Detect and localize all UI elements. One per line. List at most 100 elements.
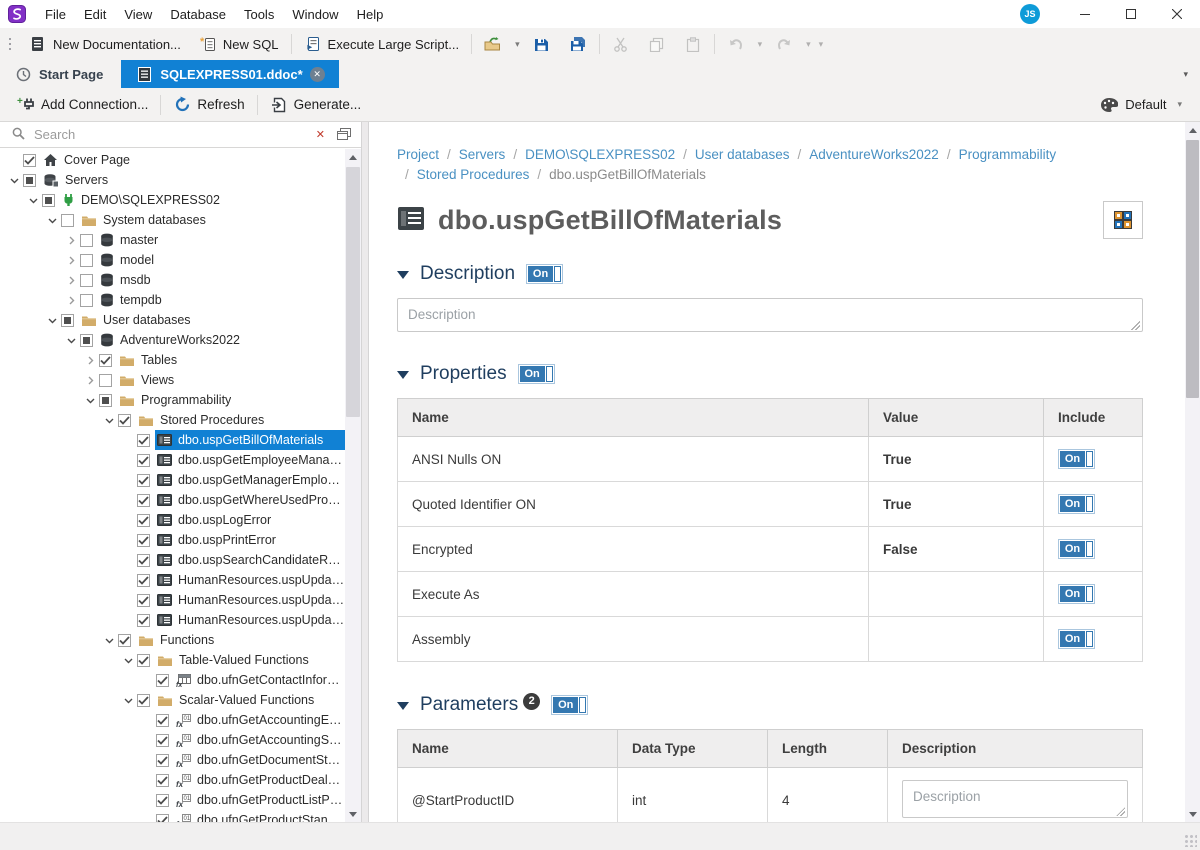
tree-checkbox[interactable]	[137, 454, 150, 467]
breadcrumb-link[interactable]: Programmability	[959, 147, 1057, 162]
undo-button[interactable]	[718, 31, 754, 57]
tree-checkbox[interactable]	[99, 394, 112, 407]
include-toggle[interactable]: On	[1058, 629, 1095, 649]
tree-item[interactable]: Views	[0, 370, 345, 390]
copy-button[interactable]	[639, 31, 675, 57]
tree-checkbox[interactable]	[23, 174, 36, 187]
tree-item[interactable]: Programmability	[0, 390, 345, 410]
collapse-chevron-icon[interactable]	[120, 656, 137, 665]
expand-chevron-icon[interactable]	[82, 376, 99, 385]
collapse-chevron-icon[interactable]	[120, 696, 137, 705]
menu-edit[interactable]: Edit	[75, 0, 115, 28]
tree-item[interactable]: 01fxdbo.ufnGetDocumentStatusT...	[0, 750, 345, 770]
tree-item[interactable]: DEMO\SQLEXPRESS02	[0, 190, 345, 210]
tree-checkbox[interactable]	[61, 214, 74, 227]
collapse-chevron-icon[interactable]	[82, 396, 99, 405]
user-avatar[interactable]: JS	[1020, 4, 1040, 24]
cut-button[interactable]	[603, 31, 639, 57]
expand-chevron-icon[interactable]	[82, 356, 99, 365]
parameter-description-textarea[interactable]	[902, 780, 1128, 818]
layered-windows-icon[interactable]	[333, 128, 355, 141]
paste-button[interactable]	[675, 31, 711, 57]
collapse-triangle-icon[interactable]	[397, 271, 409, 279]
scrollbar-thumb[interactable]	[346, 167, 360, 417]
tree-item[interactable]: 01fxdbo.ufnGetProductDealerPrice	[0, 770, 345, 790]
expand-chevron-icon[interactable]	[63, 236, 80, 245]
include-toggle[interactable]: On	[1058, 584, 1095, 604]
panel-splitter[interactable]	[362, 122, 369, 822]
skin-selector[interactable]: Default ▾	[1100, 96, 1186, 113]
tree-checkbox[interactable]	[156, 814, 169, 823]
tree-item[interactable]: Functions	[0, 630, 345, 650]
tree-item[interactable]: tempdb	[0, 290, 345, 310]
scroll-down-icon[interactable]	[1185, 806, 1200, 822]
add-connection-button[interactable]: + Add Connection...	[8, 92, 157, 118]
tree-checkbox[interactable]	[137, 434, 150, 447]
tree-item[interactable]: User databases	[0, 310, 345, 330]
scroll-up-icon[interactable]	[1185, 122, 1200, 138]
include-toggle[interactable]: On	[1058, 539, 1095, 559]
collapse-triangle-icon[interactable]	[397, 371, 409, 379]
tree-checkbox[interactable]	[156, 794, 169, 807]
toolbar-drag-handle[interactable]	[6, 35, 14, 53]
description-textarea[interactable]	[397, 298, 1143, 332]
collapse-chevron-icon[interactable]	[44, 216, 61, 225]
collapse-chevron-icon[interactable]	[101, 636, 118, 645]
tree-item[interactable]: HumanResources.uspUpdateEmpl...	[0, 610, 345, 630]
tree-item[interactable]: Cover Page	[0, 150, 345, 170]
tree-item[interactable]: dbo.uspPrintError	[0, 530, 345, 550]
undo-dropdown[interactable]: ▾	[754, 39, 767, 50]
layout-grid-button[interactable]	[1103, 201, 1143, 239]
collapse-triangle-icon[interactable]	[397, 702, 409, 710]
tree-item[interactable]: dbo.uspGetBillOfMaterials	[0, 430, 345, 450]
scrollbar-thumb[interactable]	[1186, 140, 1199, 398]
tree-checkbox[interactable]	[80, 294, 93, 307]
breadcrumb-link[interactable]: Project	[397, 147, 439, 162]
tree-checkbox[interactable]	[137, 574, 150, 587]
maximize-button[interactable]	[1108, 0, 1154, 28]
tree-checkbox[interactable]	[80, 254, 93, 267]
tree-item[interactable]: fxdbo.ufnGetContactInformation	[0, 670, 345, 690]
tab-start-page[interactable]: Start Page	[0, 60, 117, 88]
menu-tools[interactable]: Tools	[235, 0, 283, 28]
parameters-toggle[interactable]: On	[551, 695, 588, 715]
tree-item[interactable]: 01fxdbo.ufnGetProductListPrice	[0, 790, 345, 810]
tree-item[interactable]: HumanResources.uspUpdateEmpl...	[0, 590, 345, 610]
tree-item[interactable]: dbo.uspGetWhereUsedProductID	[0, 490, 345, 510]
tree-item[interactable]: master	[0, 230, 345, 250]
collapse-chevron-icon[interactable]	[101, 416, 118, 425]
tree-checkbox[interactable]	[156, 674, 169, 687]
include-toggle[interactable]: On	[1058, 494, 1095, 514]
menu-file[interactable]: File	[36, 0, 75, 28]
new-sql-button[interactable]: * New SQL	[190, 31, 288, 57]
menu-window[interactable]: Window	[283, 0, 347, 28]
redo-dropdown[interactable]: ▾	[802, 39, 815, 50]
breadcrumb-link[interactable]: AdventureWorks2022	[809, 147, 939, 162]
open-file-button[interactable]	[475, 31, 511, 57]
tree-item[interactable]: System databases	[0, 210, 345, 230]
scroll-up-icon[interactable]	[345, 149, 361, 165]
generate-button[interactable]: Generate...	[261, 92, 371, 118]
toolbar-options-dropdown[interactable]: ▾	[815, 39, 828, 50]
include-toggle[interactable]: On	[1058, 449, 1095, 469]
tree-checkbox[interactable]	[137, 594, 150, 607]
collapse-chevron-icon[interactable]	[25, 196, 42, 205]
breadcrumb-link[interactable]: Servers	[459, 147, 506, 162]
menu-database[interactable]: Database	[161, 0, 235, 28]
tree-item[interactable]: dbo.uspGetManagerEmployees	[0, 470, 345, 490]
collapse-chevron-icon[interactable]	[63, 336, 80, 345]
tree-checkbox[interactable]	[156, 734, 169, 747]
tree-item[interactable]: model	[0, 250, 345, 270]
refresh-button[interactable]: Refresh	[164, 92, 253, 118]
tree-scrollbar[interactable]	[345, 149, 361, 822]
tree-item[interactable]: 01fxdbo.ufnGetAccountingEndDate	[0, 710, 345, 730]
tab-close-icon[interactable]: ✕	[310, 67, 325, 82]
tree-item[interactable]: AdventureWorks2022	[0, 330, 345, 350]
tree-checkbox[interactable]	[156, 774, 169, 787]
menu-help[interactable]: Help	[348, 0, 393, 28]
tree-item[interactable]: Servers	[0, 170, 345, 190]
tree-checkbox[interactable]	[99, 354, 112, 367]
tree-checkbox[interactable]	[137, 494, 150, 507]
tree-item[interactable]: dbo.uspLogError	[0, 510, 345, 530]
expand-chevron-icon[interactable]	[63, 256, 80, 265]
